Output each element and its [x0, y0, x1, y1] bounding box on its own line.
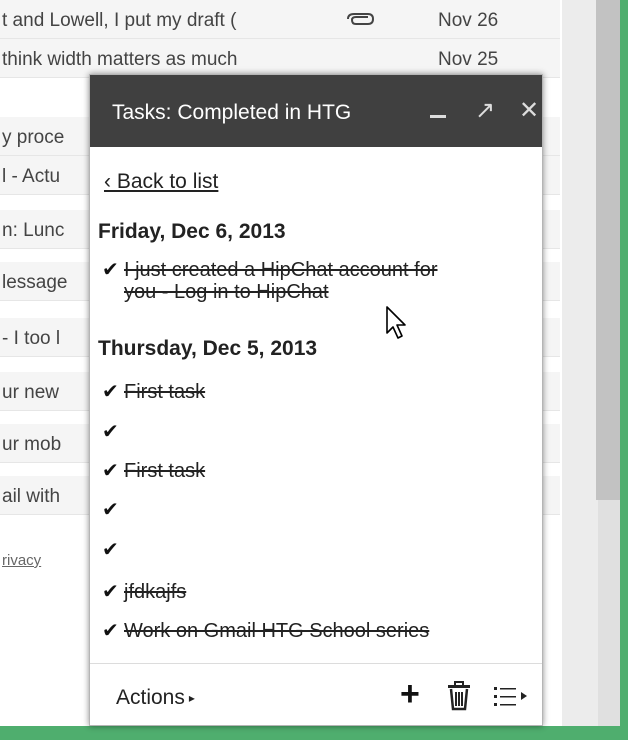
inbox-row[interactable]: think width matters as much Nov 25	[0, 39, 560, 78]
checkmark-icon[interactable]: ✔	[102, 581, 124, 603]
list-options-icon[interactable]	[492, 682, 532, 710]
checkmark-icon[interactable]: ✔	[102, 620, 124, 642]
task-text: jfdkajfs	[124, 581, 187, 603]
task-item[interactable]: ✔ First task	[102, 460, 205, 482]
inbox-row-snippet: think width matters as much	[2, 49, 238, 70]
scrollbar-track[interactable]	[562, 0, 598, 728]
inbox-row-date: Nov 26	[438, 10, 499, 31]
inbox-row-snippet: t and Lowell, I put my draft (	[2, 10, 237, 31]
close-icon: ✕	[518, 97, 540, 124]
inbox-row-snippet: y proce	[2, 127, 65, 148]
paperclip-icon	[347, 13, 375, 25]
checkmark-icon[interactable]: ✔	[102, 499, 124, 521]
close-button[interactable]: ✕	[516, 97, 542, 125]
privacy-link[interactable]: rivacy	[2, 552, 41, 569]
tasks-panel: Tasks: Completed in HTG ↗ ✕ ‹ Back to li…	[89, 74, 543, 726]
popout-icon: ↗	[474, 97, 496, 124]
task-item[interactable]: ✔	[102, 421, 124, 443]
tasks-header[interactable]: Tasks: Completed in HTG ↗ ✕	[90, 75, 542, 147]
checkmark-icon[interactable]: ✔	[102, 539, 124, 561]
popout-button[interactable]: ↗	[472, 97, 498, 125]
task-item[interactable]: ✔ jfdkajfs	[102, 581, 186, 603]
checkmark-icon[interactable]: ✔	[102, 421, 124, 443]
day-heading: Friday, Dec 6, 2013	[98, 220, 286, 243]
minimize-button[interactable]	[426, 97, 452, 125]
inbox-row-snippet: ur mob	[2, 434, 62, 455]
checkmark-icon[interactable]: ✔	[102, 259, 124, 281]
task-text: Work on Gmail HTG School series	[124, 620, 430, 642]
inbox-row-snippet: ail with	[2, 486, 61, 507]
add-task-button[interactable]: +	[400, 677, 420, 711]
inbox-row-snippet: l - Actu	[2, 166, 61, 187]
task-item[interactable]: ✔ First task	[102, 381, 205, 403]
inbox-row-snippet: ur new	[2, 382, 60, 403]
tasks-title: Tasks: Completed in HTG	[112, 101, 352, 124]
trash-icon[interactable]	[446, 681, 472, 711]
task-item[interactable]: ✔ I just created a HipChat account for you…	[102, 259, 438, 303]
inbox-row-snippet: lessage	[2, 272, 68, 293]
actions-menu-button[interactable]: Actions ▸	[116, 686, 195, 710]
inbox-row-date: Nov 25	[438, 49, 499, 70]
back-to-list-link[interactable]: ‹ Back to list	[104, 170, 218, 194]
checkmark-icon[interactable]: ✔	[102, 460, 124, 482]
window-frame-right	[620, 0, 628, 740]
day-heading: Thursday, Dec 5, 2013	[98, 337, 318, 360]
task-item[interactable]: ✔	[102, 539, 124, 561]
inbox-row-snippet: n: Lunc	[2, 220, 65, 241]
window-frame-bottom	[0, 726, 628, 740]
task-text-line: I just created a HipChat account for	[124, 259, 438, 281]
task-item[interactable]: ✔ Work on Gmail HTG School series	[102, 620, 429, 642]
triangle-right-icon: ▸	[188, 691, 195, 706]
scrollbar-thumb[interactable]	[596, 0, 620, 500]
plus-icon: +	[400, 675, 420, 713]
tasks-footer: Actions ▸ +	[90, 663, 542, 725]
task-text: First task	[124, 381, 206, 403]
mouse-pointer-icon	[386, 306, 406, 339]
checkmark-icon[interactable]: ✔	[102, 381, 124, 403]
actions-label: Actions	[116, 686, 185, 709]
task-text: I just created a HipChat account for you …	[124, 259, 438, 303]
inbox-row[interactable]: t and Lowell, I put my draft ( Nov 26	[0, 0, 560, 39]
task-item[interactable]: ✔	[102, 499, 124, 521]
inbox-row-snippet: - I too l	[2, 328, 61, 349]
minimize-icon	[430, 115, 446, 118]
task-text-line: you - Log in to HipChat	[124, 281, 329, 303]
task-text: First task	[124, 460, 206, 482]
